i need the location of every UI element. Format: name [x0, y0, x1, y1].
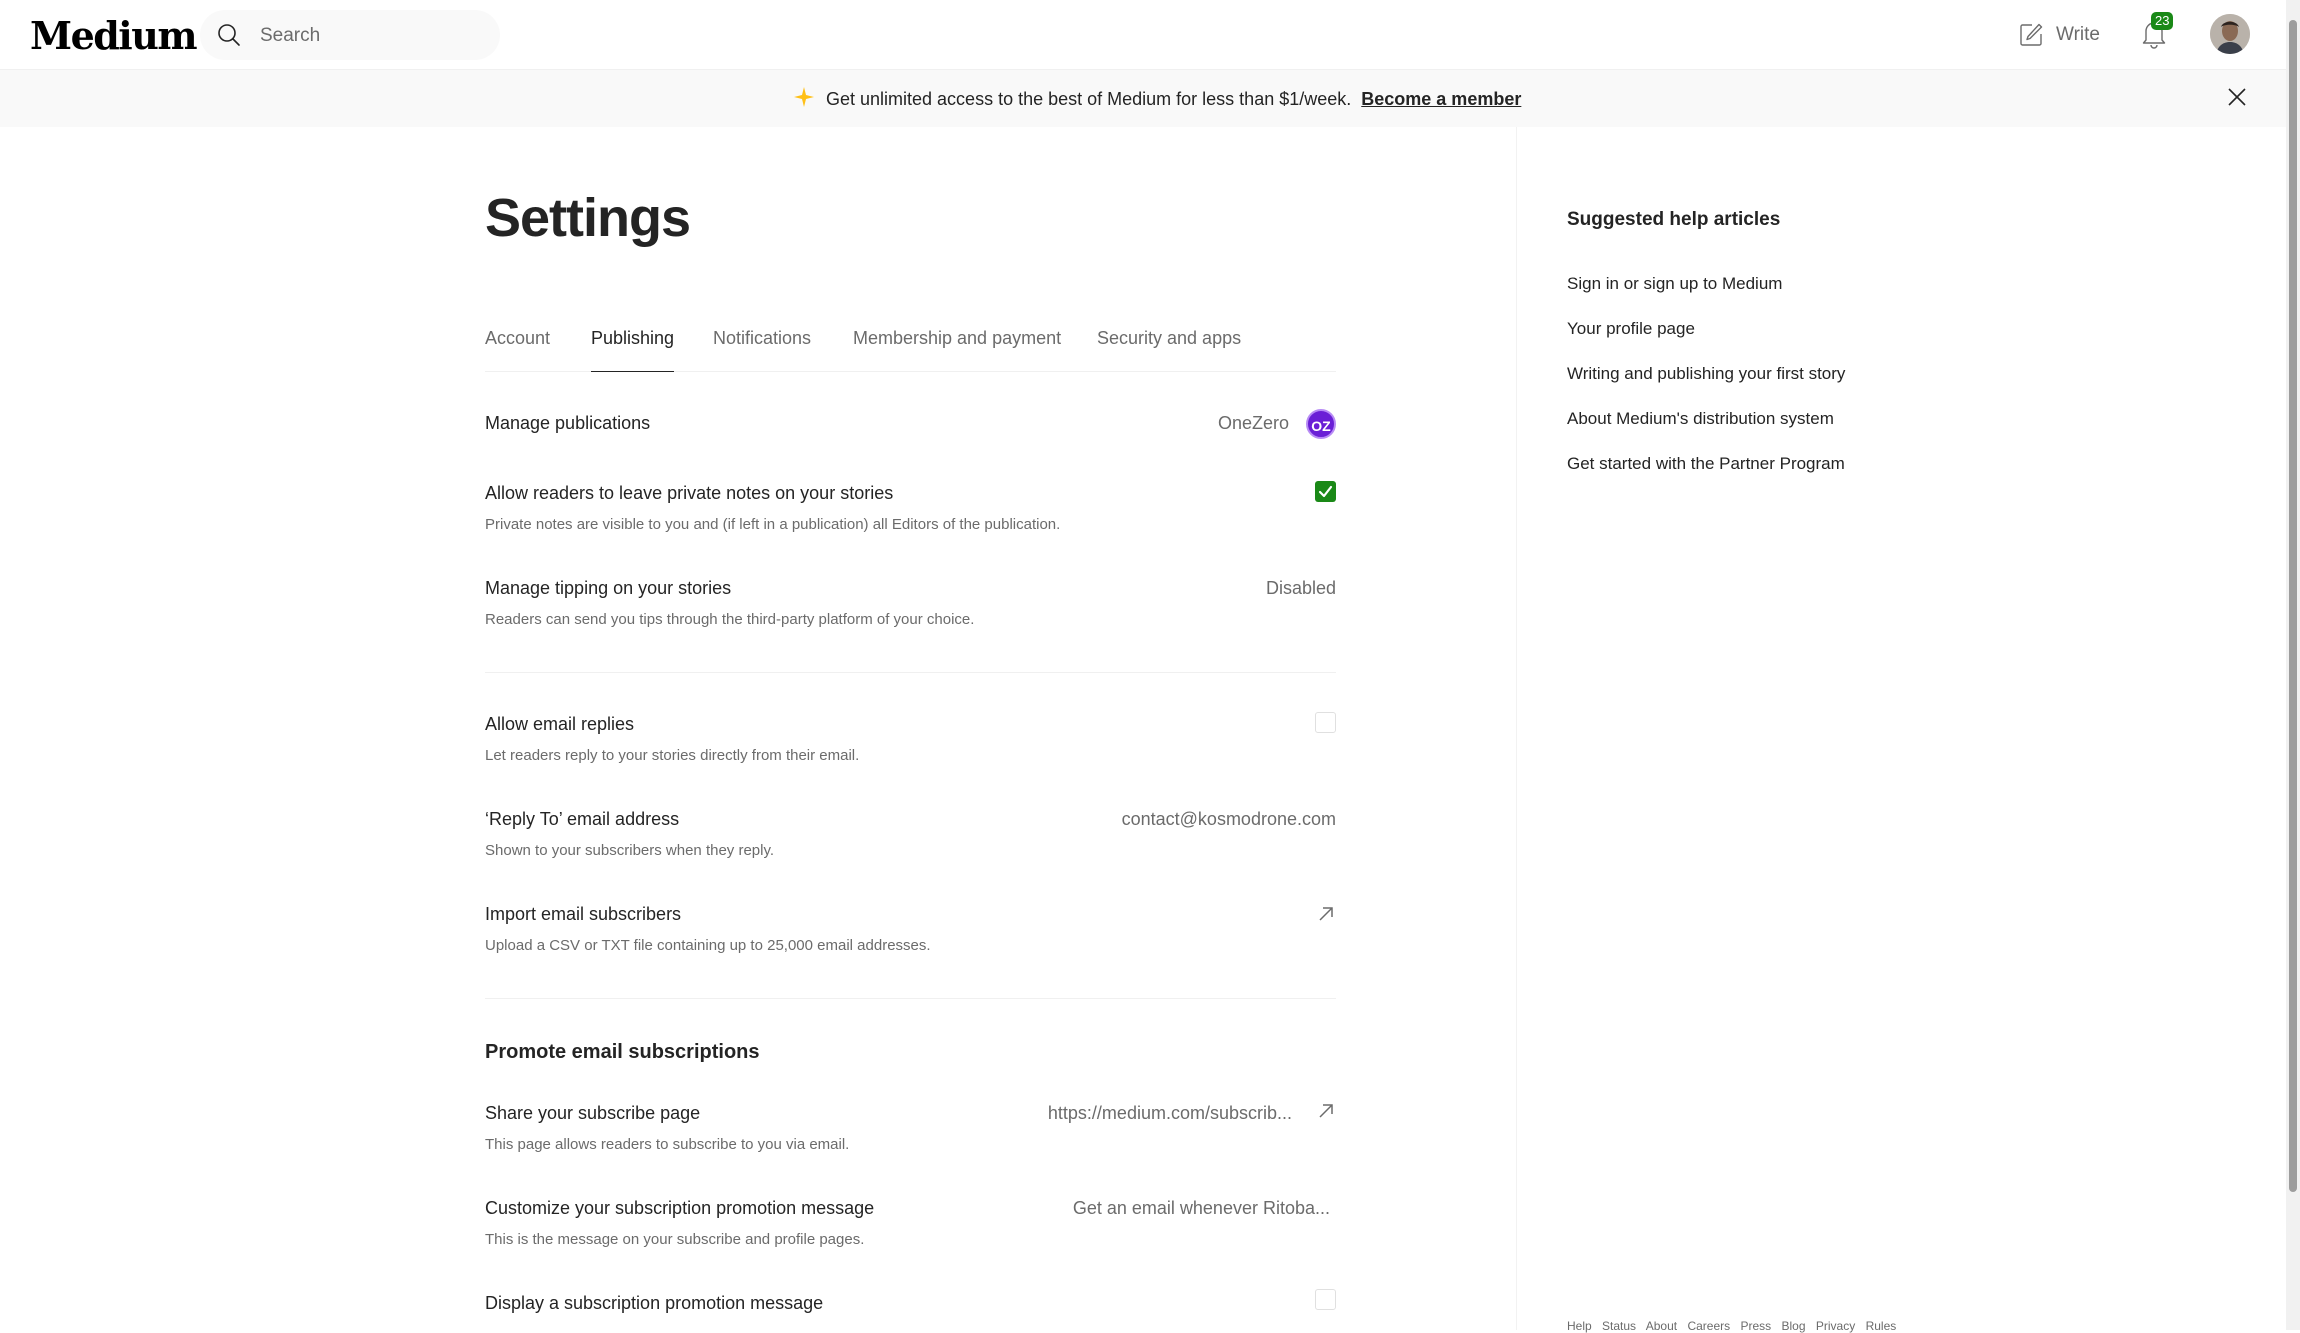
private-notes-description: Private notes are visible to you and (if… — [485, 516, 1061, 533]
email-replies-description: Let readers reply to your stories direct… — [485, 747, 860, 764]
tab-security-and-apps[interactable]: Security and apps — [1097, 326, 1241, 372]
help-link[interactable]: About Medium's distribution system — [1567, 409, 1834, 429]
email-replies-label: Allow email replies — [485, 714, 635, 734]
reply-to-row[interactable]: ‘Reply To’ email address Shown to your s… — [485, 809, 1336, 859]
top-nav: Medium Search Write 23 — [0, 0, 2286, 70]
page-title: Settings — [485, 188, 691, 248]
promotion-message-description: This is the message on your subscribe an… — [485, 1231, 865, 1248]
import-subscribers-label: Import email subscribers — [485, 904, 682, 924]
help-sidebar-title: Suggested help articles — [1567, 209, 1781, 230]
search-input[interactable]: Search — [260, 25, 320, 47]
tab-notifications[interactable]: Notifications — [713, 326, 811, 372]
footer-link-help[interactable]: Help — [1567, 1319, 1592, 1333]
display-promotion-row: Display a subscription promotion message — [485, 1289, 1336, 1314]
search-icon — [216, 22, 242, 53]
tab-publishing[interactable]: Publishing — [591, 326, 675, 372]
publication-name: OneZero — [1217, 412, 1289, 433]
tipping-label: Manage tipping on your stories — [485, 578, 732, 598]
publication-value[interactable]: OneZero OZ — [1218, 409, 1336, 439]
tipping-row[interactable]: Manage tipping on your stories Readers c… — [485, 578, 1336, 628]
scrollbar-thumb[interactable] — [2289, 20, 2297, 1192]
footer-link-press[interactable]: Press — [1740, 1319, 1771, 1333]
import-subscribers-description: Upload a CSV or TXT file containing up t… — [485, 937, 931, 954]
write-button[interactable]: Write — [2018, 20, 2100, 50]
section-divider — [485, 998, 1336, 999]
reply-to-description: Shown to your subscribers when they repl… — [485, 842, 775, 859]
private-notes-label: Allow readers to leave private notes on … — [485, 483, 894, 503]
membership-banner: Get unlimited access to the best of Medi… — [0, 70, 2286, 127]
sparkle-icon — [794, 87, 814, 112]
user-avatar[interactable] — [2210, 14, 2250, 54]
notification-badge: 23 — [2151, 12, 2174, 30]
promote-section-title: Promote email subscriptions — [485, 1041, 760, 1063]
private-notes-checkbox[interactable] — [1315, 481, 1336, 502]
help-link[interactable]: Sign in or sign up to Medium — [1567, 274, 1782, 294]
promotion-message-row[interactable]: Customize your subscription promotion me… — [485, 1198, 1336, 1248]
private-notes-row: Allow readers to leave private notes on … — [485, 481, 1336, 533]
tipping-status[interactable]: Disabled — [1266, 578, 1336, 599]
tipping-description: Readers can send you tips through the th… — [485, 611, 975, 628]
help-sidebar: Suggested help articles Sign in or sign … — [1516, 127, 2286, 1333]
tab-membership-and-payment[interactable]: Membership and payment — [853, 326, 1061, 372]
display-promotion-label: Display a subscription promotion message — [485, 1293, 824, 1313]
tab-account[interactable]: Account — [485, 326, 550, 372]
subscribe-page-url[interactable]: https://medium.com/subscrib... — [1048, 1103, 1292, 1124]
email-replies-row: Allow email replies Let readers reply to… — [485, 712, 1336, 764]
manage-publications-label: Manage publications — [485, 413, 651, 433]
footer-link-about[interactable]: About — [1646, 1319, 1677, 1333]
footer-link-careers[interactable]: Careers — [1687, 1319, 1730, 1333]
write-label: Write — [2056, 24, 2100, 45]
banner-text: Get unlimited access to the best of Medi… — [826, 89, 1352, 109]
footer-link-blog[interactable]: Blog — [1782, 1319, 1806, 1333]
section-divider — [485, 672, 1336, 673]
publication-logo: OZ — [1306, 409, 1336, 439]
checkmark-icon — [1318, 485, 1333, 498]
external-link-icon[interactable] — [1316, 1101, 1336, 1126]
close-icon[interactable] — [2226, 86, 2248, 113]
footer-link-rules[interactable]: Rules — [1866, 1319, 1897, 1333]
subscribe-page-row[interactable]: Share your subscribe page This page allo… — [485, 1103, 1336, 1153]
display-promotion-checkbox[interactable] — [1315, 1289, 1336, 1310]
help-link[interactable]: Your profile page — [1567, 319, 1695, 339]
help-link[interactable]: Writing and publishing your first story — [1567, 364, 1845, 384]
become-member-link[interactable]: Become a member — [1361, 89, 1521, 110]
footer-links: Help Status About Careers Press Blog Pri… — [1567, 1319, 1903, 1333]
reply-to-email[interactable]: contact@kosmodrone.com — [1122, 809, 1336, 830]
promotion-message-value[interactable]: Get an email whenever Ritoba... — [1073, 1198, 1330, 1219]
settings-tabs: Account Publishing Notifications Members… — [485, 326, 1336, 372]
page-scrollbar[interactable] — [2286, 0, 2300, 1330]
search-box[interactable]: Search — [200, 10, 500, 60]
external-link-icon[interactable] — [1316, 904, 1336, 929]
subscribe-page-description: This page allows readers to subscribe to… — [485, 1136, 850, 1153]
footer-link-privacy[interactable]: Privacy — [1816, 1319, 1855, 1333]
email-replies-checkbox[interactable] — [1315, 712, 1336, 733]
footer-link-status[interactable]: Status — [1602, 1319, 1636, 1333]
write-icon — [2020, 23, 2043, 46]
medium-logo[interactable]: Medium — [30, 13, 198, 58]
manage-publications-row[interactable]: Manage publications OneZero OZ — [485, 409, 1336, 439]
help-link[interactable]: Get started with the Partner Program — [1567, 454, 1845, 474]
import-subscribers-row[interactable]: Import email subscribers Upload a CSV or… — [485, 904, 1336, 954]
